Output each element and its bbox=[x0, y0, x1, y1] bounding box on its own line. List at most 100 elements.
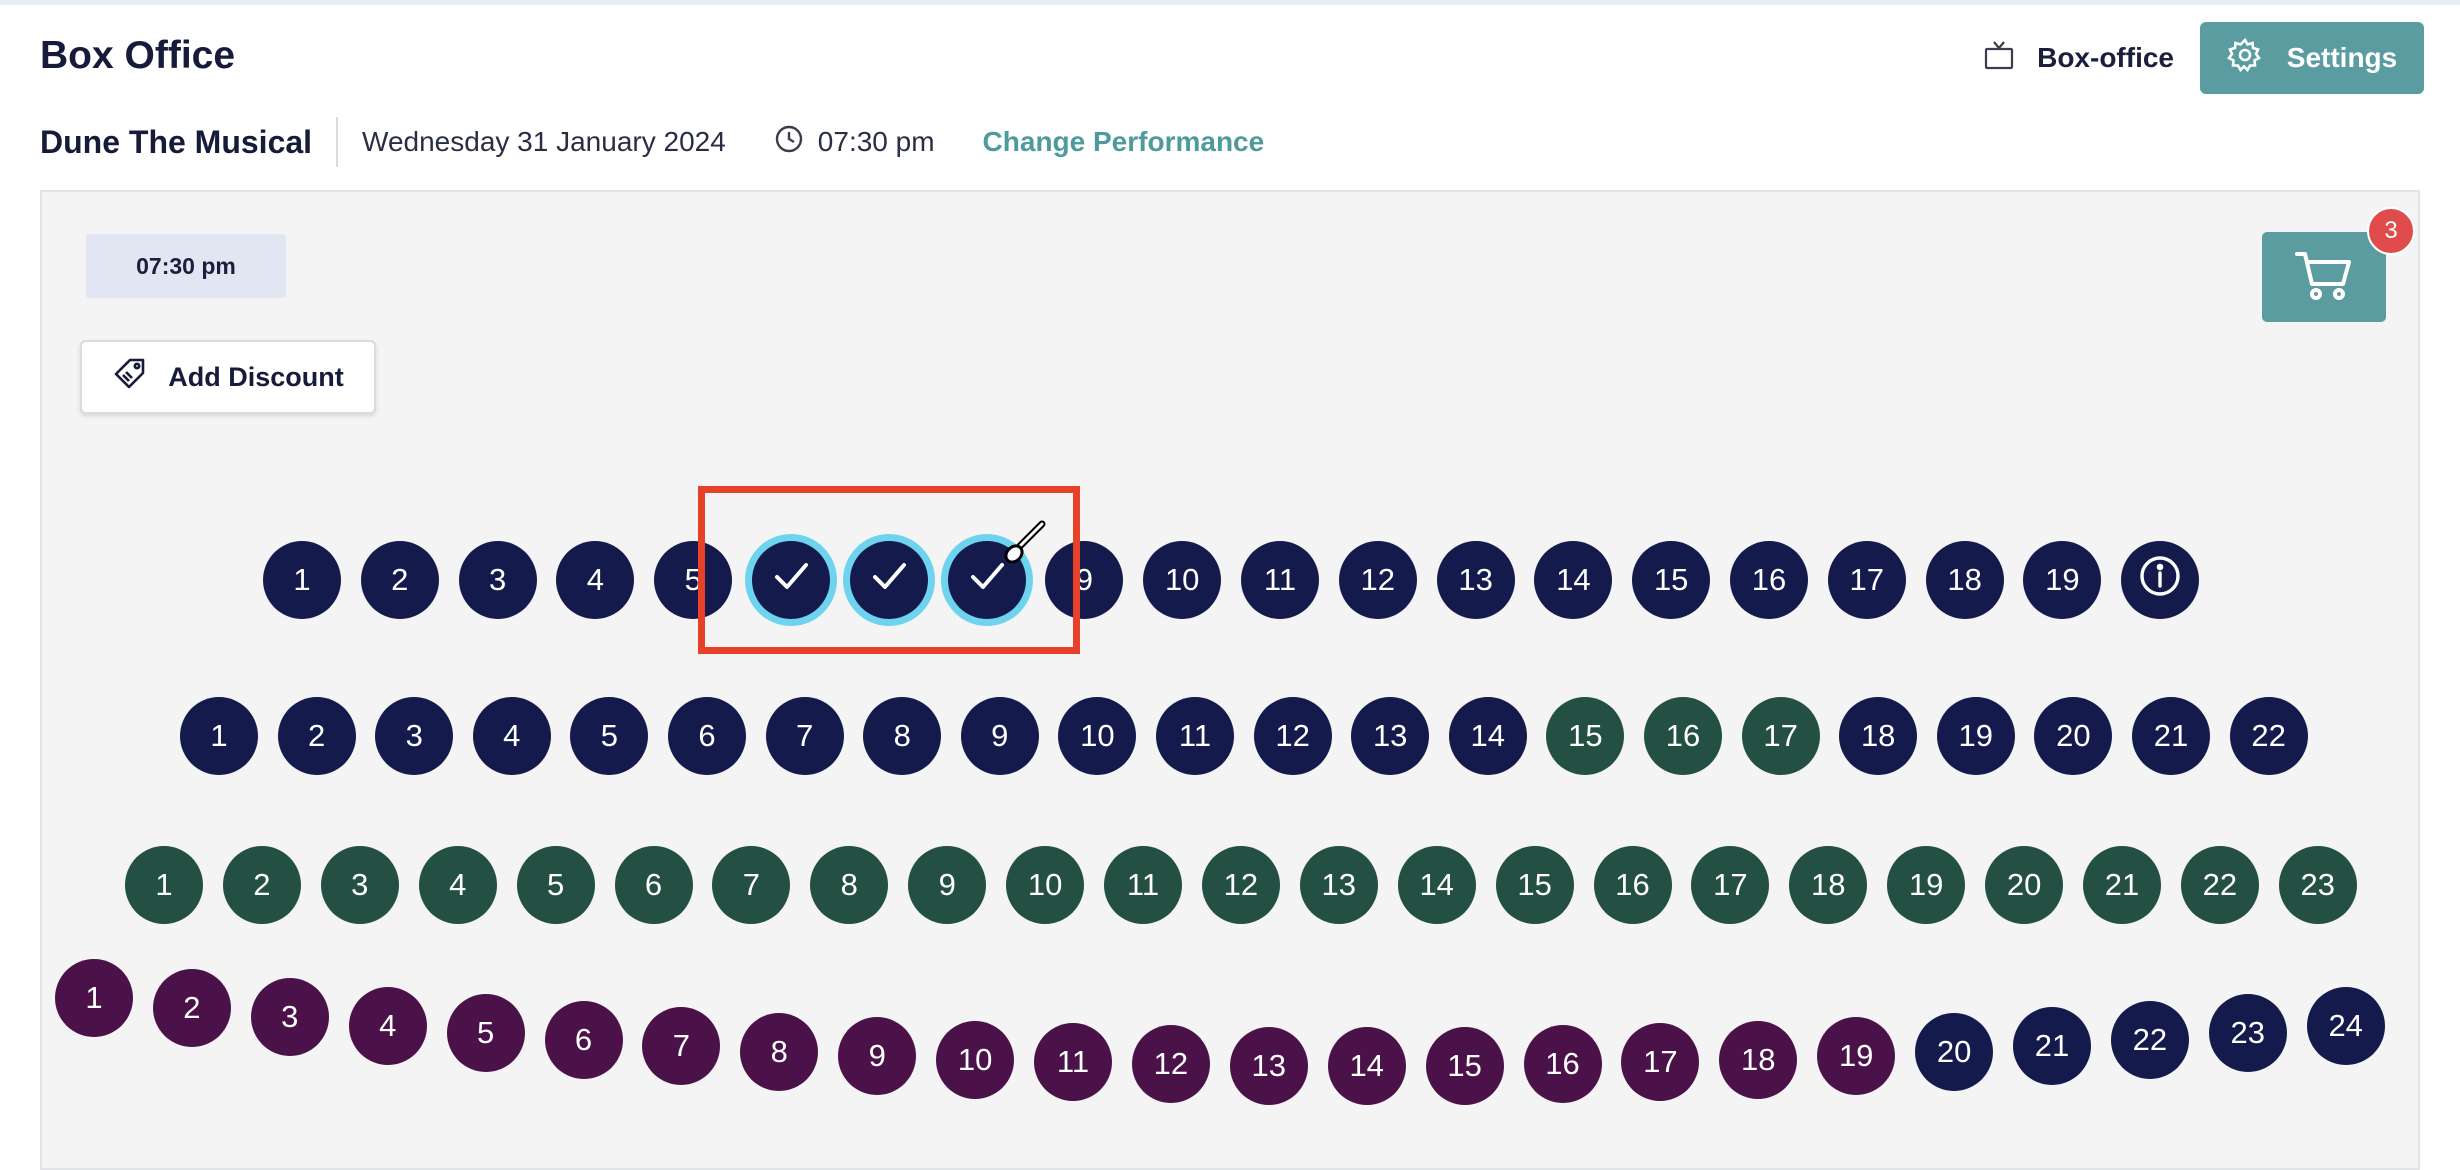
seat[interactable]: 19 bbox=[2023, 541, 2102, 619]
seat[interactable]: 6 bbox=[668, 697, 746, 775]
seat[interactable]: 20 bbox=[2034, 697, 2113, 775]
seat[interactable]: 10 bbox=[1143, 541, 1222, 619]
seat[interactable]: 15 bbox=[1632, 541, 1711, 619]
seat[interactable]: 10 bbox=[1006, 846, 1085, 924]
seat[interactable]: 2 bbox=[222, 846, 301, 924]
seat[interactable]: 16 bbox=[1523, 1025, 1602, 1104]
check-icon bbox=[766, 551, 816, 609]
cart-icon bbox=[2293, 244, 2355, 311]
seat[interactable]: 14 bbox=[1397, 846, 1476, 924]
box-office-link[interactable]: Box-office bbox=[1983, 39, 2174, 78]
seat[interactable]: 12 bbox=[1338, 541, 1417, 619]
seat[interactable]: 8 bbox=[810, 846, 889, 924]
selected-seat[interactable] bbox=[752, 541, 830, 619]
performance-time-chip[interactable]: 07:30 pm bbox=[86, 234, 286, 298]
seat[interactable]: 3 bbox=[458, 541, 537, 619]
seat[interactable]: 21 bbox=[2013, 1007, 2091, 1086]
seat[interactable]: 22 bbox=[2110, 1001, 2189, 1080]
seat[interactable]: 1 bbox=[125, 846, 203, 924]
seat[interactable]: 21 bbox=[2132, 697, 2210, 775]
seat[interactable]: 13 bbox=[1299, 846, 1378, 924]
tv-icon bbox=[1983, 39, 2015, 78]
seat[interactable]: 4 bbox=[472, 697, 551, 775]
seat[interactable]: 20 bbox=[1985, 846, 2064, 924]
seat-info-button[interactable] bbox=[2121, 541, 2200, 619]
seat[interactable]: 19 bbox=[1887, 846, 1966, 924]
seat[interactable]: 5 bbox=[654, 541, 733, 619]
seat[interactable]: 20 bbox=[1915, 1012, 1994, 1091]
seat[interactable]: 18 bbox=[1719, 1020, 1798, 1099]
seat[interactable]: 5 bbox=[446, 994, 525, 1073]
clock-icon bbox=[774, 124, 804, 161]
seat[interactable]: 23 bbox=[2208, 994, 2287, 1073]
seat[interactable]: 13 bbox=[1436, 541, 1515, 619]
seat[interactable]: 9 bbox=[908, 846, 987, 924]
seat[interactable]: 1 bbox=[180, 697, 258, 775]
seat[interactable]: 22 bbox=[2229, 697, 2308, 775]
seat[interactable]: 5 bbox=[570, 697, 649, 775]
seat[interactable]: 11 bbox=[1034, 1023, 1112, 1102]
seat[interactable]: 12 bbox=[1131, 1025, 1210, 1104]
seat[interactable]: 13 bbox=[1351, 697, 1430, 775]
seat[interactable]: 3 bbox=[375, 697, 454, 775]
seat[interactable]: 24 bbox=[2306, 986, 2385, 1065]
seat[interactable]: 16 bbox=[1644, 697, 1722, 775]
seat[interactable]: 3 bbox=[250, 978, 329, 1057]
page-title: Box Office bbox=[40, 34, 236, 77]
seat[interactable]: 5 bbox=[516, 846, 595, 924]
seat[interactable]: 8 bbox=[863, 697, 942, 775]
seat[interactable]: 19 bbox=[1817, 1016, 1896, 1095]
cart-button[interactable] bbox=[2262, 232, 2386, 322]
seat[interactable]: 9 bbox=[960, 697, 1039, 775]
seat[interactable]: 7 bbox=[765, 697, 844, 775]
selected-seat[interactable] bbox=[947, 541, 1026, 619]
seat[interactable]: 11 bbox=[1104, 846, 1182, 924]
seat[interactable]: 7 bbox=[712, 846, 791, 924]
seat[interactable]: 23 bbox=[2278, 846, 2357, 924]
seat[interactable]: 22 bbox=[2180, 846, 2259, 924]
change-performance-link[interactable]: Change Performance bbox=[983, 126, 1265, 158]
seat[interactable]: 11 bbox=[1156, 697, 1234, 775]
seat[interactable]: 9 bbox=[838, 1016, 917, 1095]
seat[interactable]: 4 bbox=[418, 846, 497, 924]
seat[interactable]: 15 bbox=[1495, 846, 1574, 924]
seat[interactable]: 15 bbox=[1546, 697, 1625, 775]
seat[interactable]: 15 bbox=[1425, 1026, 1504, 1105]
seat[interactable]: 18 bbox=[1925, 541, 2004, 619]
seat[interactable]: 12 bbox=[1201, 846, 1280, 924]
settings-label: Settings bbox=[2286, 42, 2398, 73]
seat[interactable]: 6 bbox=[614, 846, 693, 924]
seat[interactable]: 16 bbox=[1593, 846, 1672, 924]
selected-seat[interactable] bbox=[849, 541, 928, 619]
seat[interactable]: 14 bbox=[1327, 1027, 1406, 1105]
add-discount-button[interactable]: Add Discount bbox=[80, 340, 376, 414]
seat[interactable]: 3 bbox=[320, 846, 399, 924]
seat[interactable]: 4 bbox=[556, 541, 635, 619]
seat[interactable]: 1 bbox=[263, 541, 341, 619]
seat[interactable]: 17 bbox=[1827, 541, 1906, 619]
seat[interactable]: 13 bbox=[1229, 1026, 1308, 1105]
seat[interactable]: 16 bbox=[1730, 541, 1808, 619]
seat[interactable]: 8 bbox=[740, 1012, 819, 1091]
seat[interactable]: 12 bbox=[1253, 697, 1332, 775]
check-icon bbox=[962, 551, 1012, 609]
seat[interactable]: 17 bbox=[1691, 846, 1770, 924]
seat[interactable]: 2 bbox=[152, 969, 231, 1048]
seat[interactable]: 14 bbox=[1534, 541, 1613, 619]
seat[interactable]: 4 bbox=[348, 986, 427, 1065]
seat[interactable]: 17 bbox=[1741, 697, 1820, 775]
seat[interactable]: 18 bbox=[1789, 846, 1868, 924]
seat[interactable]: 21 bbox=[2083, 846, 2161, 924]
seat[interactable]: 14 bbox=[1448, 697, 1527, 775]
seat[interactable]: 9 bbox=[1045, 541, 1124, 619]
seat[interactable]: 10 bbox=[936, 1020, 1015, 1099]
seat[interactable]: 10 bbox=[1058, 697, 1137, 775]
seat[interactable]: 2 bbox=[277, 697, 356, 775]
settings-button[interactable]: Settings bbox=[2200, 22, 2424, 94]
seat[interactable]: 18 bbox=[1839, 697, 1918, 775]
seat[interactable]: 1 bbox=[55, 959, 133, 1037]
seat[interactable]: 2 bbox=[360, 541, 439, 619]
seat[interactable]: 6 bbox=[544, 1001, 623, 1080]
seat[interactable]: 11 bbox=[1241, 541, 1319, 619]
seat[interactable]: 19 bbox=[1936, 697, 2015, 775]
